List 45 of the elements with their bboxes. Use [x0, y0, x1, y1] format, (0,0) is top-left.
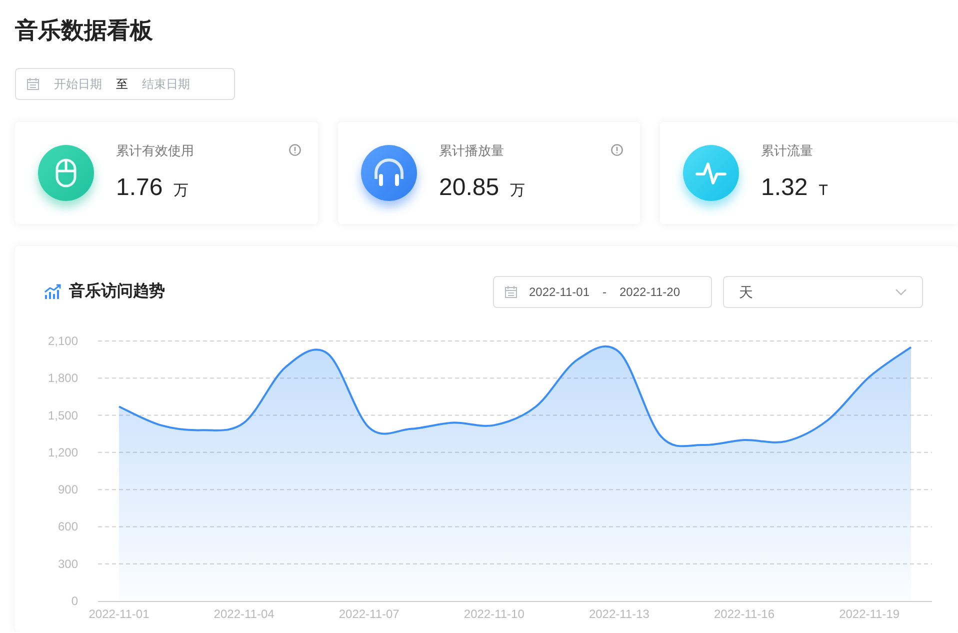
date-range-field[interactable]: 2022-11-01 - 2022-11-20: [493, 276, 712, 308]
y-axis-label: 1,800: [48, 371, 78, 386]
start-date: 2022-11-01: [529, 284, 590, 301]
end-date-placeholder: 结束日期: [142, 76, 190, 93]
calendar-icon: [26, 77, 40, 91]
x-axis-label: 2022-11-19: [839, 607, 900, 621]
granularity-select[interactable]: 天: [723, 276, 923, 308]
x-axis-label: 2022-11-13: [588, 607, 650, 621]
calendar-icon: [504, 285, 518, 299]
stat-value: 1.76: [116, 173, 163, 203]
date-range-field[interactable]: 开始日期 至 结束日期: [15, 68, 235, 100]
stat-value: 20.85: [439, 173, 500, 203]
y-axis-label: 0: [71, 594, 78, 608]
mouse-icon: [38, 145, 94, 201]
info-icon[interactable]: [611, 144, 623, 156]
stat-label: 累计流量: [761, 142, 814, 159]
info-icon[interactable]: [289, 144, 301, 156]
stat-label: 累计有效使用: [116, 142, 194, 159]
pulse-icon: [683, 145, 739, 201]
x-axis-label: 2022-11-01: [88, 607, 150, 621]
section-title: 音乐访问趋势: [69, 281, 165, 302]
select-value: 天: [739, 282, 753, 302]
range-separator: 至: [116, 76, 128, 93]
x-axis-label: 2022-11-16: [714, 607, 775, 621]
y-axis-label: 600: [58, 520, 78, 534]
y-axis-label: 300: [58, 556, 78, 571]
y-axis-label: 2,100: [48, 334, 78, 348]
stat-unit: 万: [510, 181, 526, 201]
page-title: 音乐数据看板: [15, 16, 154, 45]
stat-label: 累计播放量: [439, 142, 505, 159]
start-date-placeholder: 开始日期: [54, 76, 102, 93]
stat-unit: 万: [174, 181, 189, 201]
x-axis-label: 2022-11-10: [464, 607, 524, 621]
range-separator: -: [602, 284, 608, 301]
x-axis-label: 2022-11-07: [338, 607, 400, 621]
x-axis-label: 2022-11-04: [214, 607, 274, 621]
stat-unit: T: [818, 181, 828, 201]
y-axis-label: 900: [58, 482, 78, 497]
headphones-icon: [361, 145, 417, 201]
stat-value: 1.32: [761, 173, 808, 203]
chevron-down-icon: [895, 288, 907, 296]
end-date: 2022-11-20: [620, 284, 680, 301]
y-axis-label: 1,200: [48, 445, 78, 460]
chart-icon: [44, 284, 62, 300]
y-axis-label: 1,500: [48, 408, 78, 422]
